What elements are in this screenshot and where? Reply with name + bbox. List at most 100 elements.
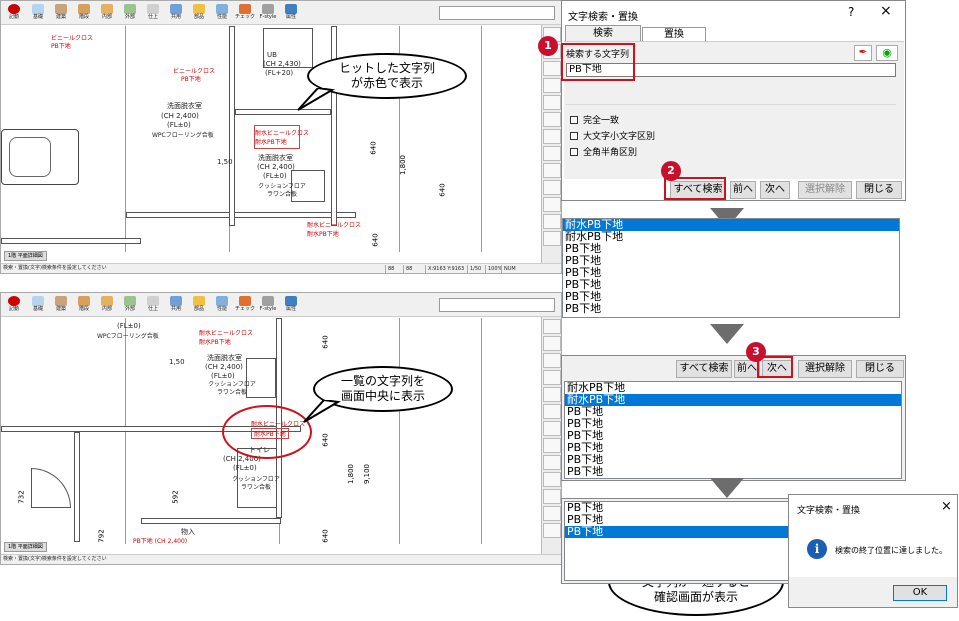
result-list[interactable]: 耐水PB下地 耐水PB下地 PB下地 PB下地 PB下地 PB下地 PB下地 PB下地 bbox=[564, 381, 902, 479]
eye-button[interactable]: ◉ bbox=[876, 45, 898, 61]
list-item[interactable]: PB下地 bbox=[565, 454, 901, 466]
eyedropper-button[interactable]: ✒ bbox=[854, 45, 872, 61]
close-button[interactable]: 閉じる bbox=[856, 360, 904, 378]
toolbar-button[interactable]: 性能 bbox=[211, 3, 233, 23]
side-tool-11[interactable] bbox=[543, 197, 561, 212]
search-all-button[interactable]: すべて検索 bbox=[676, 360, 732, 378]
toolbar-icon bbox=[124, 4, 136, 14]
result-list[interactable]: 耐水PB下地 耐水PB下地 PB下地 PB下地 PB下地 PB下地 PB下地 PB下地 bbox=[562, 218, 900, 318]
toolbar-button[interactable]: 属性 bbox=[280, 3, 302, 23]
list-item[interactable]: PB下地 bbox=[565, 406, 901, 418]
side-tool-10[interactable] bbox=[543, 472, 561, 487]
list-item[interactable]: PB下地 bbox=[565, 466, 901, 478]
side-tool-12[interactable] bbox=[543, 214, 561, 229]
close-icon[interactable]: × bbox=[880, 3, 892, 19]
side-tool-6[interactable] bbox=[543, 112, 561, 127]
toolbar-button[interactable]: 階段 bbox=[73, 3, 95, 23]
side-tool-4[interactable] bbox=[543, 370, 561, 385]
side-tool-9[interactable] bbox=[543, 163, 561, 178]
toolbar-button[interactable]: 部品 bbox=[188, 3, 210, 23]
dim-text: 1,50 bbox=[169, 358, 185, 366]
tab-replace[interactable]: 置換 bbox=[642, 27, 706, 41]
side-tool-7[interactable] bbox=[543, 421, 561, 436]
toolbar-button[interactable]: チェック bbox=[234, 3, 256, 23]
close-icon[interactable]: × bbox=[941, 499, 952, 514]
toolbar-button[interactable]: 基礎 bbox=[27, 3, 49, 23]
toolbar-snap-group[interactable] bbox=[439, 298, 555, 312]
side-tool-9[interactable] bbox=[543, 455, 561, 470]
option-width-sensitive[interactable]: 全角半角区別 bbox=[570, 145, 637, 158]
side-tool-13[interactable] bbox=[543, 523, 561, 538]
toolbar-button[interactable]: 建築 bbox=[50, 295, 72, 315]
side-tool-6[interactable] bbox=[543, 404, 561, 419]
toolbar-button-stop[interactable]: 記動 bbox=[3, 295, 25, 315]
toolbar-label: 共用 bbox=[170, 14, 181, 20]
list-item[interactable]: PB下地 bbox=[563, 291, 899, 303]
side-tool-8[interactable] bbox=[543, 438, 561, 453]
toolbar-button[interactable]: 部品 bbox=[188, 295, 210, 315]
side-tool-11[interactable] bbox=[543, 489, 561, 504]
toolbar-button[interactable]: チェック bbox=[234, 295, 256, 315]
option-exact-match[interactable]: 完全一致 bbox=[570, 113, 619, 126]
list-item[interactable]: PB下地 bbox=[565, 442, 901, 454]
side-tool-1[interactable] bbox=[543, 319, 561, 334]
side-tool-8[interactable] bbox=[543, 146, 561, 161]
toolbar-label: チェック bbox=[234, 14, 255, 20]
side-tool-5[interactable] bbox=[543, 387, 561, 402]
list-item[interactable]: 耐水PB下地 bbox=[565, 394, 901, 406]
toolbar-button[interactable]: 内部 bbox=[96, 3, 118, 23]
toolbar-button[interactable]: 外部 bbox=[119, 295, 141, 315]
list-item[interactable]: PB下地 bbox=[565, 526, 789, 538]
dim-text: 640 bbox=[369, 141, 378, 155]
view-tab-floor-plan[interactable]: 1階 平面詳細図 bbox=[4, 542, 47, 552]
side-tool-5[interactable] bbox=[543, 95, 561, 110]
list-item[interactable]: PB下地 bbox=[563, 303, 899, 315]
side-tool-3[interactable] bbox=[543, 353, 561, 368]
side-tool-7[interactable] bbox=[543, 129, 561, 144]
toolbar-button[interactable]: 性能 bbox=[211, 295, 233, 315]
result-list[interactable]: PB下地 PB下地 PB下地 bbox=[564, 501, 790, 581]
deselect-button[interactable]: 選択解除 bbox=[798, 181, 852, 199]
list-item[interactable]: PB下地 bbox=[563, 279, 899, 291]
toolbar-button[interactable]: 共用 bbox=[165, 3, 187, 23]
toolbar-button[interactable]: 階段 bbox=[73, 295, 95, 315]
toolbar-button[interactable]: F-style bbox=[257, 295, 279, 315]
side-tool-4[interactable] bbox=[543, 78, 561, 93]
tab-search[interactable]: 検索 bbox=[565, 25, 641, 41]
toolbar-label: 性能 bbox=[216, 14, 227, 20]
help-button[interactable]: ? bbox=[848, 5, 854, 19]
side-tool-12[interactable] bbox=[543, 506, 561, 521]
next-button[interactable]: 次へ bbox=[760, 181, 790, 199]
floor-plan-top[interactable]: ビニールクロス PB下地 ビニールクロス PB下地 UB (CH 2,430) … bbox=[1, 26, 541, 252]
deselect-button[interactable]: 選択解除 bbox=[798, 360, 852, 378]
list-item[interactable]: PB下地 bbox=[563, 267, 899, 279]
close-button[interactable]: 閉じる bbox=[856, 181, 902, 199]
option-case-sensitive[interactable]: 大文字小文字区別 bbox=[570, 129, 655, 142]
side-tool-10[interactable] bbox=[543, 180, 561, 195]
step-badge-1: 1 bbox=[538, 36, 558, 56]
prev-button[interactable]: 前へ bbox=[730, 181, 756, 199]
toolbar-button[interactable]: 属性 bbox=[280, 295, 302, 315]
toolbar-button[interactable]: 基礎 bbox=[27, 295, 49, 315]
side-tool-2[interactable] bbox=[543, 336, 561, 351]
toolbar-button[interactable]: F-style bbox=[257, 3, 279, 23]
toolbar-button[interactable]: 仕上 bbox=[142, 3, 164, 23]
toolbar-snap-group[interactable] bbox=[439, 6, 555, 20]
toolbar-button[interactable]: 仕上 bbox=[142, 295, 164, 315]
side-tool-3[interactable] bbox=[543, 61, 561, 76]
view-tab-floor-plan[interactable]: 1階 平面詳細図 bbox=[4, 251, 47, 261]
list-item[interactable]: PB下地 bbox=[563, 255, 899, 267]
toolbar-button[interactable]: 内部 bbox=[96, 295, 118, 315]
side-tool-13[interactable] bbox=[543, 231, 561, 246]
toolbar-button-stop[interactable]: 記動 bbox=[3, 3, 25, 23]
toolbar-button[interactable]: 建築 bbox=[50, 3, 72, 23]
toolbar-button[interactable]: 共用 bbox=[165, 295, 187, 315]
toolbar-icon bbox=[239, 4, 251, 14]
toolbar-icon bbox=[124, 296, 136, 306]
ok-button[interactable]: OK bbox=[893, 585, 947, 601]
list-item[interactable]: PB下地 bbox=[565, 418, 901, 430]
toolbar-button[interactable]: 外部 bbox=[119, 3, 141, 23]
list-item[interactable]: PB下地 bbox=[565, 430, 901, 442]
list-item[interactable]: PB下地 bbox=[563, 243, 899, 255]
list-item[interactable]: 耐水PB下地 bbox=[563, 231, 899, 243]
